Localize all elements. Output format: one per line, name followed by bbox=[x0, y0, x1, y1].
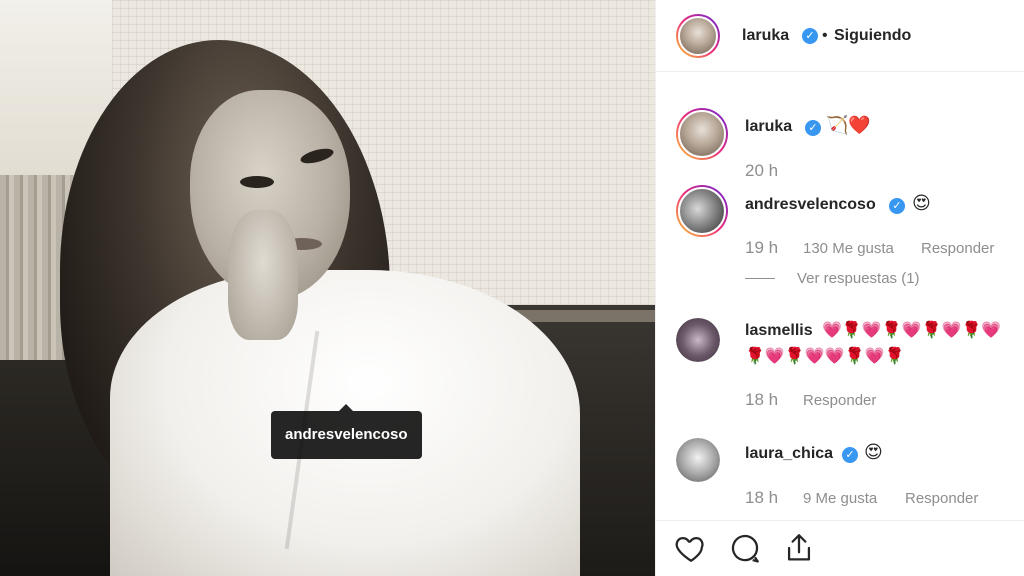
comment-text-line2: 🌹💗🌹💗💗🌹💗🌹 bbox=[745, 346, 905, 365]
replies-divider bbox=[745, 278, 775, 279]
comment-likes[interactable]: 9 Me gusta bbox=[803, 490, 877, 507]
avatar[interactable] bbox=[676, 185, 728, 237]
avatar[interactable] bbox=[676, 108, 728, 160]
post-actions bbox=[656, 520, 1024, 576]
comment-timestamp[interactable]: 18 h bbox=[745, 488, 778, 508]
reply-button[interactable]: Responder bbox=[905, 490, 978, 507]
comment-timestamp[interactable]: 19 h bbox=[745, 238, 778, 258]
verified-badge-icon: ✓ bbox=[805, 120, 821, 136]
comment-timestamp[interactable]: 18 h bbox=[745, 390, 778, 410]
comment-icon[interactable] bbox=[728, 531, 762, 565]
reply-button[interactable]: Responder bbox=[803, 392, 876, 409]
post-photo[interactable]: andresvelencoso bbox=[0, 0, 655, 576]
comment-text: 😍 bbox=[912, 193, 931, 214]
post-sidebar: laruka ✓ • Siguiendo laruka ✓ 🏹❤️ 20 h a… bbox=[655, 0, 1024, 576]
comment-username[interactable]: laura_chica bbox=[745, 445, 833, 463]
comment-likes[interactable]: 130 Me gusta bbox=[803, 240, 894, 257]
caption-timestamp[interactable]: 20 h bbox=[745, 161, 778, 181]
comment-username[interactable]: lasmellis bbox=[745, 322, 813, 340]
user-tag-tooltip[interactable]: andresvelencoso bbox=[271, 404, 422, 459]
verified-badge-icon: ✓ bbox=[889, 198, 905, 214]
verified-badge-icon: ✓ bbox=[842, 447, 858, 463]
photo-hand bbox=[228, 210, 298, 340]
view-replies-button[interactable]: Ver respuestas (1) bbox=[797, 270, 920, 287]
reply-button[interactable]: Responder bbox=[921, 240, 994, 257]
comment-text-line1: 💗🌹💗🌹💗🌹💗🌹💗 bbox=[822, 320, 1002, 339]
caption-username[interactable]: laruka bbox=[745, 118, 792, 136]
comment-text: 😍 bbox=[864, 442, 883, 463]
comment-username[interactable]: andresvelencoso bbox=[745, 196, 876, 214]
avatar[interactable] bbox=[676, 318, 720, 362]
header-username[interactable]: laruka bbox=[742, 27, 789, 45]
avatar[interactable] bbox=[676, 438, 720, 482]
photo-eye-left bbox=[240, 176, 274, 188]
caption-text: 🏹❤️ bbox=[826, 115, 871, 136]
separator-dot: • bbox=[822, 27, 828, 44]
following-button[interactable]: Siguiendo bbox=[834, 27, 911, 45]
verified-badge-icon: ✓ bbox=[802, 28, 818, 44]
avatar[interactable] bbox=[676, 14, 720, 58]
heart-icon[interactable] bbox=[674, 531, 708, 565]
share-icon[interactable] bbox=[782, 531, 816, 565]
post-header: laruka ✓ • Siguiendo bbox=[656, 0, 1024, 72]
